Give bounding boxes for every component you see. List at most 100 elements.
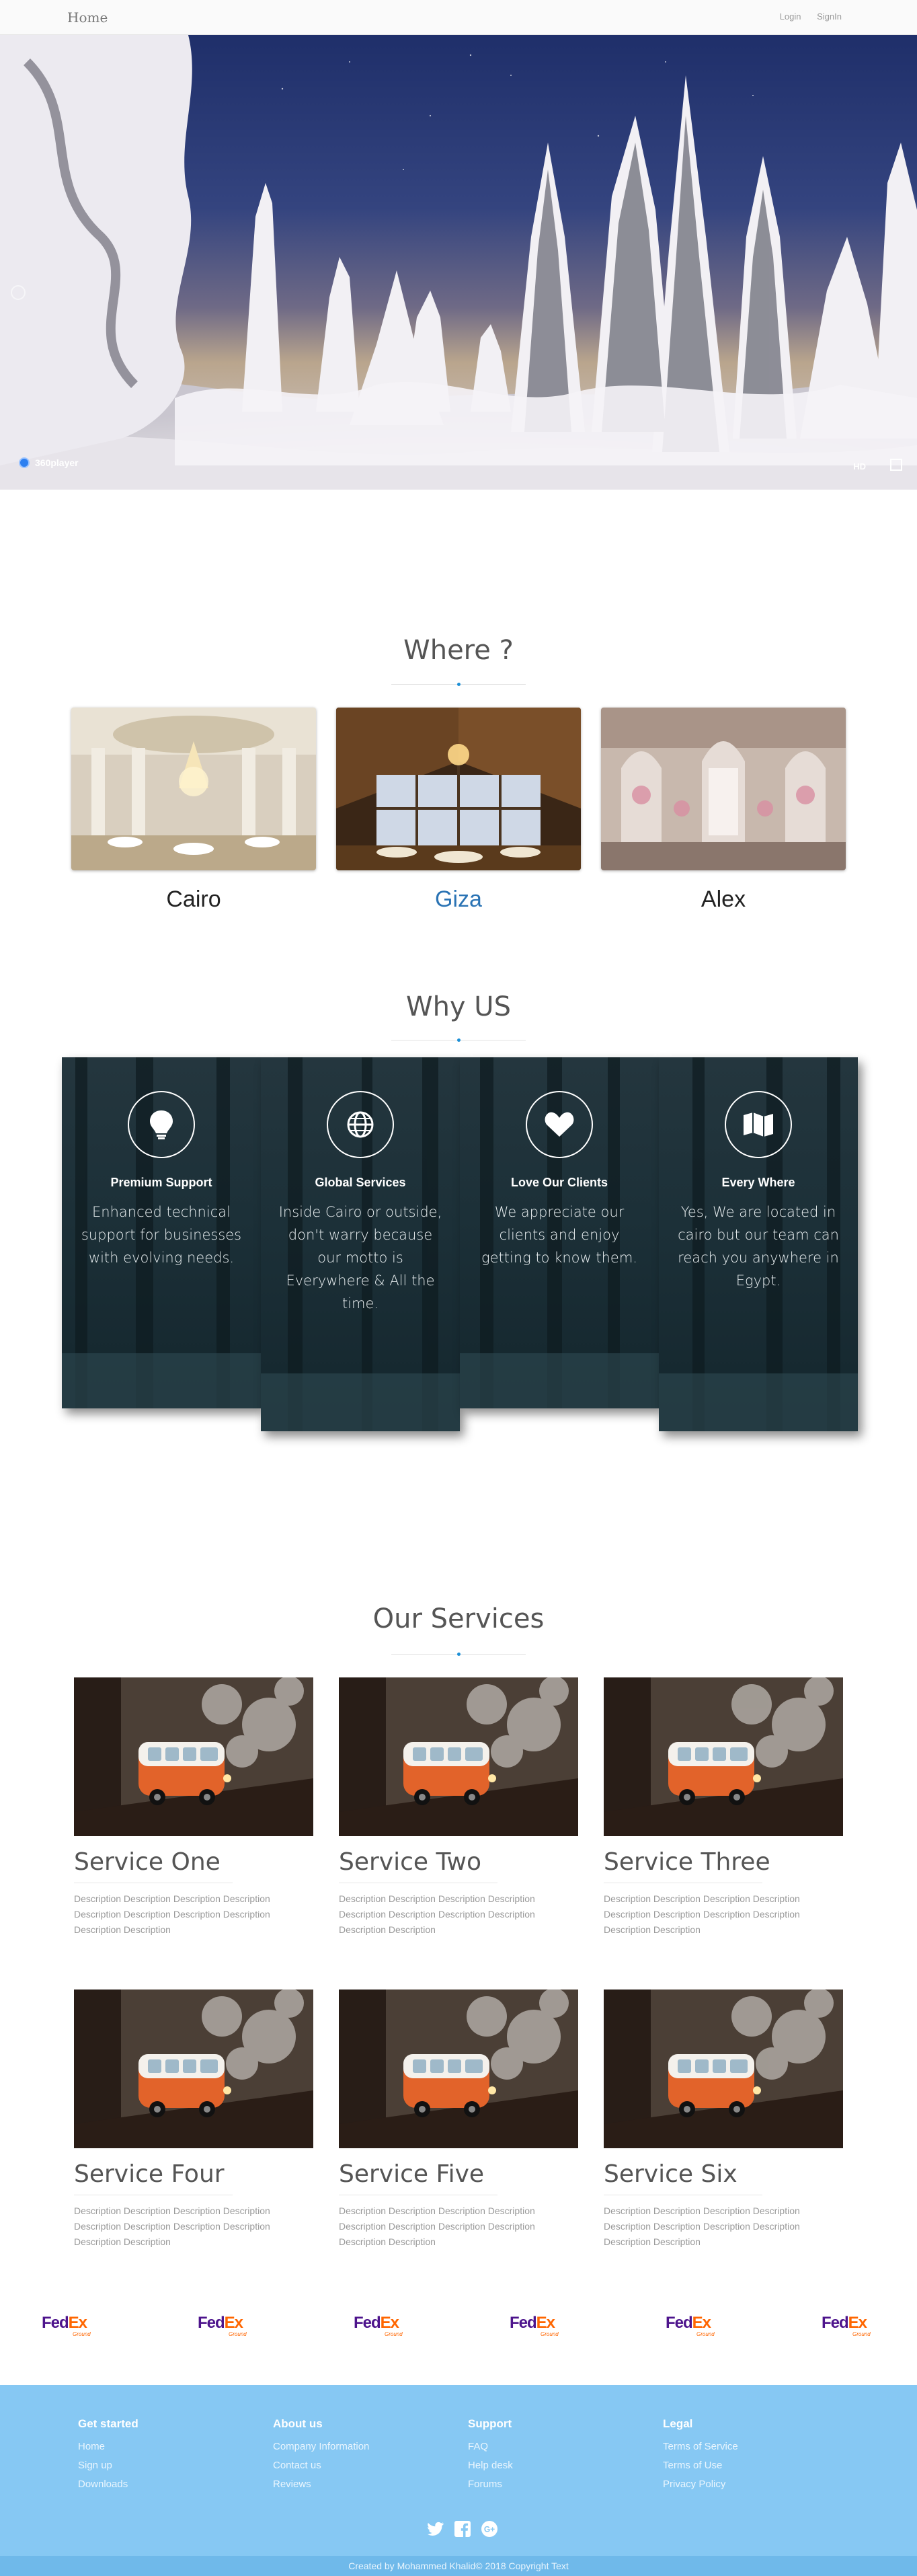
map-icon [725, 1091, 792, 1158]
partner-logos-strip: FedEx Ground FedEx Ground FedEx Ground F… [0, 2314, 917, 2354]
why-card-text: Inside Cairo or outside, don't warry bec… [278, 1204, 442, 1312]
nav-signin-link[interactable]: SignIn [817, 11, 842, 22]
footer-link-terms-of-use[interactable]: Terms of Use [663, 2456, 738, 2475]
fedex-logo: FedEx Ground [822, 2314, 871, 2337]
why-card-heading: Premium Support [110, 1176, 212, 1189]
location-card-alex[interactable]: Alex [601, 708, 846, 913]
quality-toggle[interactable]: HD [853, 461, 866, 471]
service-name: Service Six [604, 2160, 737, 2188]
facebook-icon[interactable] [453, 2520, 472, 2538]
hero-360-panorama[interactable]: 360player HD [0, 35, 917, 490]
footer-column-legal: Legal Terms of Service Terms of Use Priv… [663, 2417, 738, 2494]
fedex-logo: FedEx Ground [198, 2314, 247, 2337]
footer-column-about-us: About us Company Information Contact us … [273, 2417, 369, 2494]
service-description: Description Description Description Desc… [604, 2205, 800, 2247]
service-card[interactable]: Service Five Description Description Des… [339, 1990, 578, 2250]
footer-link-forums[interactable]: Forums [468, 2475, 513, 2494]
cairo-hall-image [71, 708, 316, 870]
nav-home-link[interactable]: Home [67, 9, 108, 26]
service-description: Description Description Description Desc… [339, 1893, 535, 1935]
footer-link-privacy-policy[interactable]: Privacy Policy [663, 2475, 738, 2494]
service-van-image [74, 1990, 313, 2148]
footer-column-title: About us [273, 2417, 323, 2430]
nav-auth-links: Login SignIn [766, 11, 842, 22]
footer-link-reviews[interactable]: Reviews [273, 2475, 369, 2494]
service-description: Description Description Description Desc… [74, 2205, 270, 2247]
service-van-image [604, 1990, 843, 2148]
location-label: Cairo [166, 886, 221, 912]
social-links: G+ [426, 2520, 499, 2538]
services-title-divider [391, 1653, 526, 1656]
service-van-image [339, 1990, 578, 2148]
site-footer: Get started Home Sign up Downloads About… [0, 2385, 917, 2576]
why-card-heading: Love Our Clients [510, 1176, 608, 1189]
service-name: Service Two [339, 1848, 481, 1876]
twitter-icon[interactable] [426, 2520, 445, 2538]
service-card[interactable]: Service Six Description Description Desc… [604, 1990, 843, 2250]
footer-column-title: Get started [78, 2417, 138, 2430]
fedex-logo: FedEx Ground [42, 2314, 91, 2337]
heart-icon [526, 1091, 593, 1158]
why-section-title: Why US [406, 991, 511, 1022]
nav-login-link[interactable]: Login [780, 11, 801, 22]
location-card-giza[interactable]: Giza [336, 708, 581, 913]
top-navbar: Home Login SignIn [0, 0, 917, 35]
service-name: Service Three [604, 1848, 770, 1876]
location-card-cairo[interactable]: Cairo [71, 708, 316, 913]
location-label: Giza [435, 886, 482, 912]
footer-link-home[interactable]: Home [78, 2437, 138, 2456]
footer-link-signup[interactable]: Sign up [78, 2456, 138, 2475]
service-card[interactable]: Service One Description Description Desc… [74, 1677, 313, 1938]
why-card-love-our-clients: Love Our Clients We appreciate our clien… [460, 1057, 659, 1408]
service-van-image [74, 1677, 313, 1836]
service-van-image [339, 1677, 578, 1836]
why-card-text: We appreciate our clients and enjoy gett… [481, 1204, 637, 1266]
globe-icon [327, 1091, 394, 1158]
footer-link-faq[interactable]: FAQ [468, 2437, 513, 2456]
service-card[interactable]: Service Two Description Description Desc… [339, 1677, 578, 1938]
service-description: Description Description Description Desc… [604, 1893, 800, 1935]
service-card[interactable]: Service Four Description Description Des… [74, 1990, 313, 2250]
why-card-every-where: Every Where Yes, We are located in cairo… [659, 1057, 858, 1431]
where-section-title: Where ? [403, 635, 514, 666]
footer-column-get-started: Get started Home Sign up Downloads [78, 2417, 138, 2494]
service-description: Description Description Description Desc… [339, 2205, 535, 2247]
footer-link-help-desk[interactable]: Help desk [468, 2456, 513, 2475]
footer-column-title: Legal [663, 2417, 693, 2430]
360player-logo-icon [19, 457, 30, 468]
alex-hall-image [601, 708, 846, 870]
copyright-bar: Created by Mohammed Khalid© 2018 Copyrig… [0, 2556, 917, 2576]
footer-column-title: Support [468, 2417, 512, 2430]
lightbulb-icon [128, 1091, 195, 1158]
google-plus-icon[interactable]: G+ [480, 2520, 499, 2538]
why-card-global-services: Global Services Inside Cairo or outside,… [261, 1057, 460, 1431]
service-van-image [604, 1677, 843, 1836]
service-name: Service Five [339, 2160, 485, 2188]
footer-link-contact-us[interactable]: Contact us [273, 2456, 369, 2475]
why-card-text: Yes, We are located in cairo but our tea… [678, 1204, 839, 1289]
why-card-text: Enhanced technical support for businesse… [81, 1204, 242, 1266]
footer-link-downloads[interactable]: Downloads [78, 2475, 138, 2494]
svg-text:G+: G+ [484, 2525, 495, 2534]
fedex-logo: FedEx Ground [354, 2314, 403, 2337]
footer-link-terms-of-service[interactable]: Terms of Service [663, 2437, 738, 2456]
player-brand: 360player [19, 457, 79, 468]
service-description: Description Description Description Desc… [74, 1893, 270, 1935]
fedex-logo: FedEx Ground [510, 2314, 559, 2337]
why-card-heading: Every Where [721, 1176, 795, 1189]
compass-icon[interactable] [11, 285, 26, 300]
giza-hall-image [336, 708, 581, 870]
where-title-divider [391, 683, 526, 686]
fullscreen-icon[interactable] [890, 459, 902, 471]
fedex-logo: FedEx Ground [666, 2314, 715, 2337]
services-section-title: Our Services [372, 1603, 545, 1634]
snowy-forest-scene [0, 35, 917, 490]
location-label: Alex [701, 886, 746, 912]
player-brand-label: 360player [35, 457, 79, 468]
service-name: Service Four [74, 2160, 225, 2188]
footer-link-company-information[interactable]: Company Information [273, 2437, 369, 2456]
why-card-premium-support: Premium Support Enhanced technical suppo… [62, 1057, 261, 1408]
service-name: Service One [74, 1848, 221, 1876]
service-card[interactable]: Service Three Description Description De… [604, 1677, 843, 1938]
why-card-heading: Global Services [315, 1176, 406, 1189]
